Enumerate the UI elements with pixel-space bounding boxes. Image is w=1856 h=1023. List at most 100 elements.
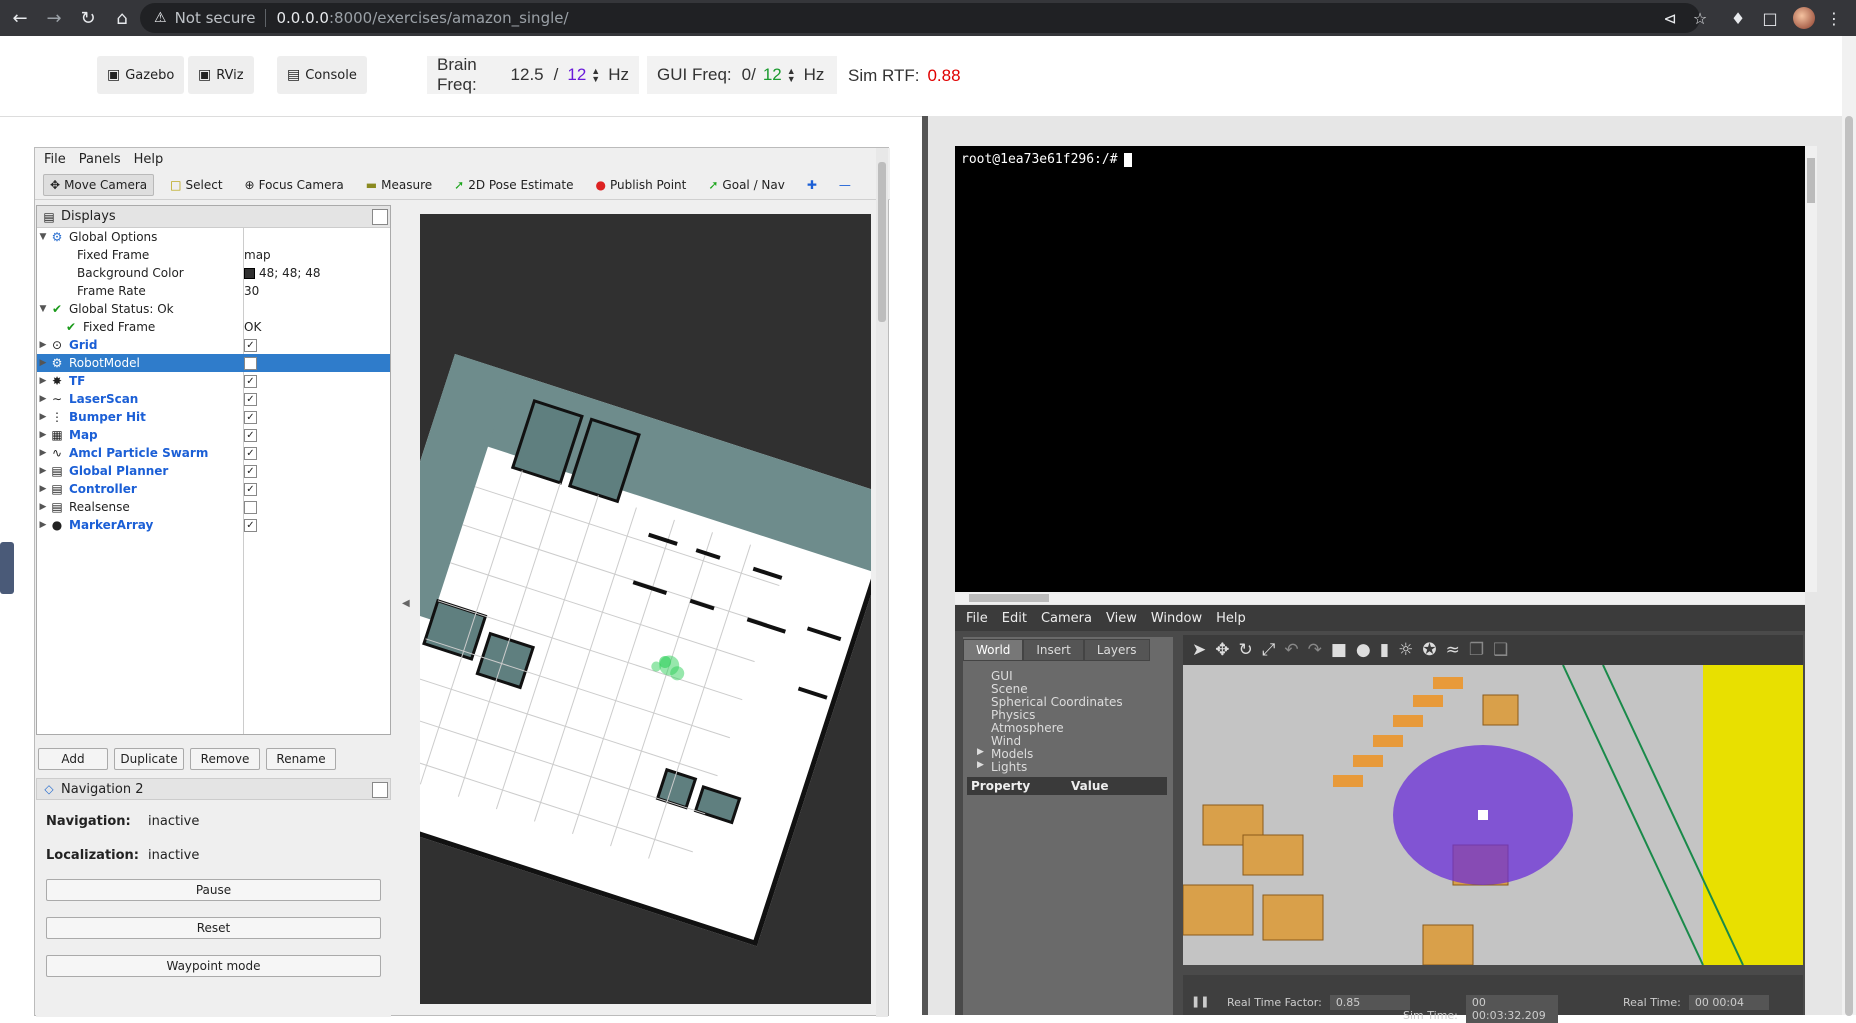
rename-display-button[interactable]: Rename: [266, 748, 336, 770]
box-shape-icon[interactable]: ■: [1331, 640, 1347, 660]
expand-icon[interactable]: ▶: [37, 376, 49, 386]
expand-icon[interactable]: ▶: [37, 448, 49, 458]
point-light-icon[interactable]: ✪: [1422, 640, 1436, 660]
tab-layers[interactable]: Layers: [1083, 639, 1150, 661]
display-item-checkbox[interactable]: ✓: [244, 410, 257, 424]
expand-icon[interactable]: ▶: [977, 760, 984, 770]
display-item-global-planner[interactable]: ▶ ▤ Global Planner ✓: [37, 462, 390, 480]
undo-icon[interactable]: ↶: [1284, 640, 1298, 660]
world-item-spherical-coordinates[interactable]: Spherical Coordinates: [991, 695, 1123, 709]
sphere-shape-icon[interactable]: ●: [1356, 640, 1371, 660]
display-item-laserscan[interactable]: ▶ ∼ LaserScan ✓: [37, 390, 390, 408]
world-item-gui[interactable]: GUI: [991, 669, 1013, 683]
remove-display-button[interactable]: Remove: [190, 748, 260, 770]
world-item-lights[interactable]: ▶ Lights: [977, 760, 1027, 774]
gazebo-button[interactable]: ▣ Gazebo: [97, 56, 185, 94]
expand-icon[interactable]: ▶: [37, 484, 49, 494]
goal-nav-tool[interactable]: ➚ Goal / Nav: [702, 175, 791, 195]
display-item-checkbox[interactable]: ✓: [244, 446, 257, 460]
expand-icon[interactable]: ▶: [37, 430, 49, 440]
expand-icon[interactable]: ▶: [37, 520, 49, 530]
console-hscroll[interactable]: [955, 592, 1805, 604]
side-panel-icon[interactable]: □: [1756, 4, 1784, 32]
display-item-tf[interactable]: ▶ ✸ TF ✓: [37, 372, 390, 390]
menu-icon[interactable]: ⋮: [1820, 4, 1848, 32]
share-icon[interactable]: ⊲: [1656, 4, 1684, 32]
display-item-checkbox[interactable]: ✓: [244, 338, 257, 352]
rviz-menu-help[interactable]: Help: [134, 152, 164, 167]
display-item-amcl-particle-swarm[interactable]: ▶ ∿ Amcl Particle Swarm ✓: [37, 444, 390, 462]
tab-world[interactable]: World: [963, 639, 1024, 661]
console-button[interactable]: ▤ Console: [277, 56, 367, 94]
gz-menu-window[interactable]: Window: [1151, 611, 1202, 626]
console-vscroll[interactable]: [1805, 146, 1817, 592]
tree-row-status-fixed-frame[interactable]: ✔ Fixed Frame OK: [37, 318, 390, 336]
gui-freq-target[interactable]: 12: [763, 65, 782, 85]
gz-menu-camera[interactable]: Camera: [1041, 611, 1092, 626]
bookmark-star-icon[interactable]: ☆: [1686, 4, 1714, 32]
measure-tool[interactable]: ▬ Measure: [360, 175, 438, 195]
display-item-checkbox[interactable]: [244, 500, 257, 514]
sun-light-icon[interactable]: ☼: [1398, 640, 1413, 660]
select-tool[interactable]: □ Select: [164, 175, 228, 195]
waypoint-mode-button[interactable]: Waypoint mode: [46, 955, 381, 977]
pause-button[interactable]: Pause: [46, 879, 381, 901]
pose-estimate-tool[interactable]: ➚ 2D Pose Estimate: [448, 175, 579, 195]
paste-icon[interactable]: ❑: [1493, 640, 1508, 660]
tab-insert[interactable]: Insert: [1023, 639, 1084, 661]
tree-row-frame-rate[interactable]: Frame Rate 30: [37, 282, 390, 300]
rviz-button[interactable]: ▣ RViz: [188, 56, 254, 94]
gz-menu-file[interactable]: File: [966, 611, 988, 626]
rviz-menu-panels[interactable]: Panels: [79, 152, 121, 167]
expand-icon[interactable]: ▶: [37, 340, 49, 350]
rviz-menu-file[interactable]: File: [44, 152, 66, 167]
tree-row-global-status[interactable]: ▼ ✔ Global Status: Ok: [37, 300, 390, 318]
forward-icon[interactable]: →: [40, 4, 68, 32]
display-item-markerarray[interactable]: ▶ ● MarkerArray ✓: [37, 516, 390, 534]
gz-menu-edit[interactable]: Edit: [1002, 611, 1027, 626]
focus-camera-tool[interactable]: ⊕ Focus Camera: [239, 175, 350, 195]
world-item-models[interactable]: ▶ Models: [977, 747, 1033, 761]
expand-icon[interactable]: ▶: [37, 466, 49, 476]
add-display-button[interactable]: Add: [38, 748, 108, 770]
profile-avatar[interactable]: [1790, 4, 1818, 32]
display-item-checkbox[interactable]: ✓: [244, 518, 257, 532]
display-item-realsense[interactable]: ▶ ▤ Realsense: [37, 498, 390, 516]
remove-tool-icon[interactable]: —: [833, 175, 857, 195]
world-item-atmosphere[interactable]: Atmosphere: [991, 721, 1064, 735]
expand-icon[interactable]: ▶: [977, 747, 984, 757]
pause-sim-icon[interactable]: ❚❚: [1191, 995, 1209, 1008]
background-color-value[interactable]: 48; 48; 48: [259, 266, 321, 280]
frame-rate-value[interactable]: 30: [244, 284, 259, 298]
redo-icon[interactable]: ↷: [1308, 640, 1322, 660]
display-item-map[interactable]: ▶ ▦ Map ✓: [37, 426, 390, 444]
expand-icon[interactable]: ▶: [37, 502, 49, 512]
display-item-grid[interactable]: ▶ ⊙ Grid ✓: [37, 336, 390, 354]
display-item-checkbox[interactable]: ✓: [244, 428, 257, 442]
world-item-physics[interactable]: Physics: [991, 708, 1035, 722]
display-item-bumper-hit[interactable]: ▶ ⋮ Bumper Hit ✓: [37, 408, 390, 426]
brain-freq-stepper[interactable]: ▲ ▼: [591, 67, 600, 84]
displays-float-checkbox[interactable]: [372, 209, 388, 225]
collapse-arrow-icon[interactable]: ◀: [402, 598, 410, 609]
directional-light-icon[interactable]: ≈: [1446, 640, 1460, 660]
expand-icon[interactable]: ▼: [37, 232, 49, 242]
brain-freq-target[interactable]: 12: [567, 65, 586, 85]
navigation2-float-checkbox[interactable]: [372, 782, 388, 798]
display-item-robotmodel[interactable]: ▶ ⚙ RobotModel: [37, 354, 390, 372]
tree-row-global-options[interactable]: ▼ ⚙ Global Options: [37, 228, 390, 246]
gz-menu-view[interactable]: View: [1106, 611, 1137, 626]
display-item-checkbox[interactable]: ✓: [244, 482, 257, 496]
rviz-3d-viewport[interactable]: [420, 214, 871, 1004]
rotate-icon[interactable]: ↻: [1239, 640, 1253, 660]
duplicate-display-button[interactable]: Duplicate: [114, 748, 184, 770]
publish-point-tool[interactable]: ● Publish Point: [589, 175, 692, 195]
fixed-frame-value[interactable]: map: [244, 248, 271, 262]
address-bar[interactable]: ⚠ Not secure 0.0.0.0:8000/exercises/amaz…: [140, 3, 1700, 33]
display-item-checkbox[interactable]: ✓: [244, 374, 257, 388]
move-camera-tool[interactable]: ✥ Move Camera: [43, 173, 155, 196]
world-item-wind[interactable]: Wind: [991, 734, 1021, 748]
world-item-scene[interactable]: Scene: [991, 682, 1028, 696]
translate-icon[interactable]: ✥: [1215, 640, 1229, 660]
expand-icon[interactable]: ▶: [37, 358, 49, 368]
